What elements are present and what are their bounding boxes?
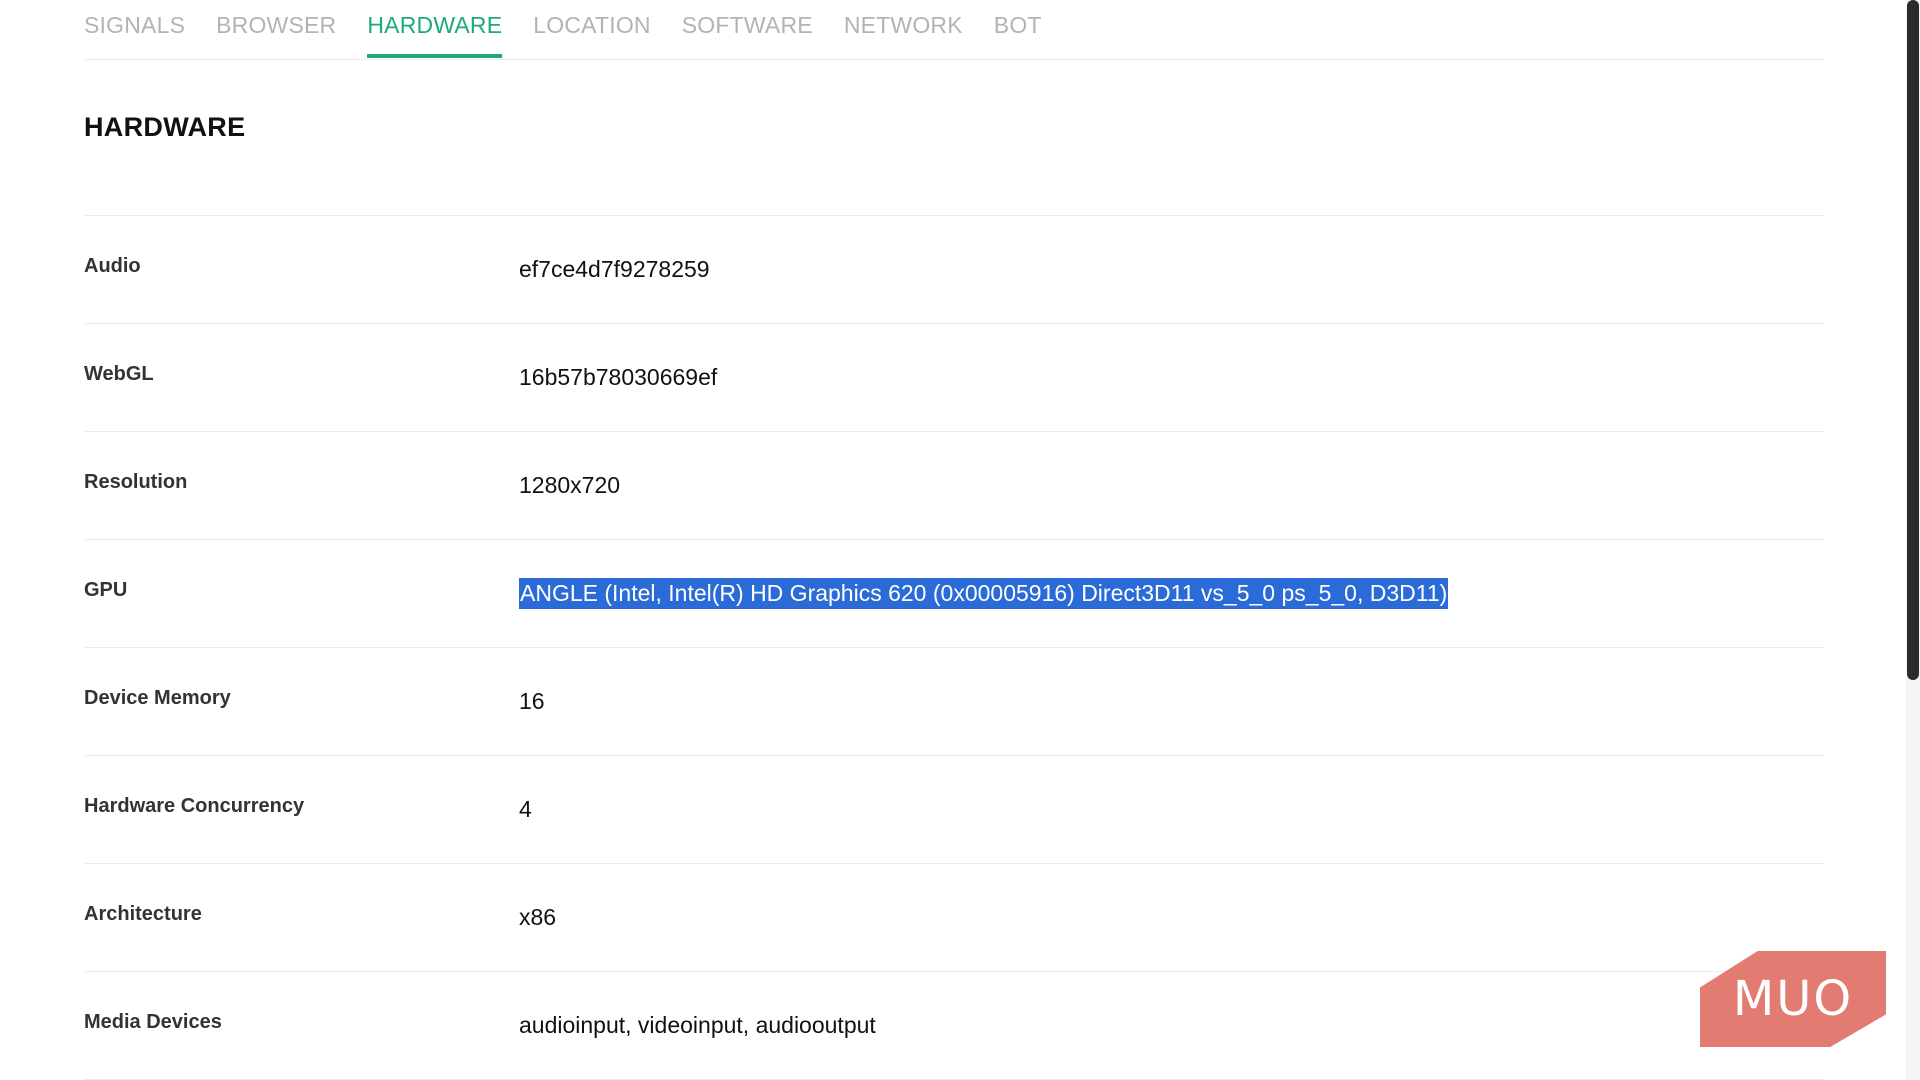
logo-text: MUO — [1732, 971, 1854, 1027]
row-label: Hardware Concurrency — [84, 795, 305, 817]
scrollbar[interactable] — [1906, 0, 1920, 1080]
row-label: Media Devices — [84, 1011, 222, 1033]
scrollbar-thumb[interactable] — [1907, 0, 1919, 680]
hardware-table: Audio ef7ce4d7f9278259 WebGL 16b57b78030… — [84, 215, 1824, 1080]
row-value[interactable]: 16b57b78030669ef — [519, 364, 717, 391]
row-value[interactable]: ef7ce4d7f9278259 — [519, 256, 710, 283]
row-resolution: Resolution 1280x720 — [84, 432, 1824, 540]
tab-network[interactable]: NETWORK — [844, 0, 963, 58]
tab-signals[interactable]: SIGNALS — [84, 0, 185, 58]
row-value[interactable]: 1280x720 — [519, 472, 620, 499]
row-architecture: Architecture x86 — [84, 864, 1824, 972]
row-label: Architecture — [84, 903, 202, 925]
row-value[interactable]: 4 — [519, 796, 532, 823]
row-webgl: WebGL 16b57b78030669ef — [84, 324, 1824, 432]
row-label: WebGL — [84, 363, 154, 385]
tab-software[interactable]: SOFTWARE — [682, 0, 813, 58]
row-value[interactable]: audioinput, videoinput, audiooutput — [519, 1012, 876, 1039]
row-label: GPU — [84, 579, 128, 601]
row-media-devices: Media Devices audioinput, videoinput, au… — [84, 972, 1824, 1080]
row-label: Resolution — [84, 471, 188, 493]
tab-bar: SIGNALS BROWSER HARDWARE LOCATION SOFTWA… — [84, 0, 1824, 60]
section-title: HARDWARE — [84, 112, 246, 142]
row-value[interactable]: 16 — [519, 688, 545, 715]
row-label: Audio — [84, 255, 141, 277]
row-hardware-concurrency: Hardware Concurrency 4 — [84, 756, 1824, 864]
tab-bot[interactable]: BOT — [994, 0, 1042, 58]
row-gpu: GPU ANGLE (Intel, Intel(R) HD Graphics 6… — [84, 540, 1824, 648]
row-value[interactable]: x86 — [519, 904, 556, 931]
row-device-memory: Device Memory 16 — [84, 648, 1824, 756]
row-label: Device Memory — [84, 687, 231, 709]
tab-hardware[interactable]: HARDWARE — [367, 0, 503, 58]
main-content: SIGNALS BROWSER HARDWARE LOCATION SOFTWA… — [84, 0, 1824, 1080]
row-audio: Audio ef7ce4d7f9278259 — [84, 216, 1824, 324]
row-value-selected[interactable]: ANGLE (Intel, Intel(R) HD Graphics 620 (… — [519, 578, 1449, 609]
tab-browser[interactable]: BROWSER — [216, 0, 336, 58]
tab-location[interactable]: LOCATION — [533, 0, 650, 58]
